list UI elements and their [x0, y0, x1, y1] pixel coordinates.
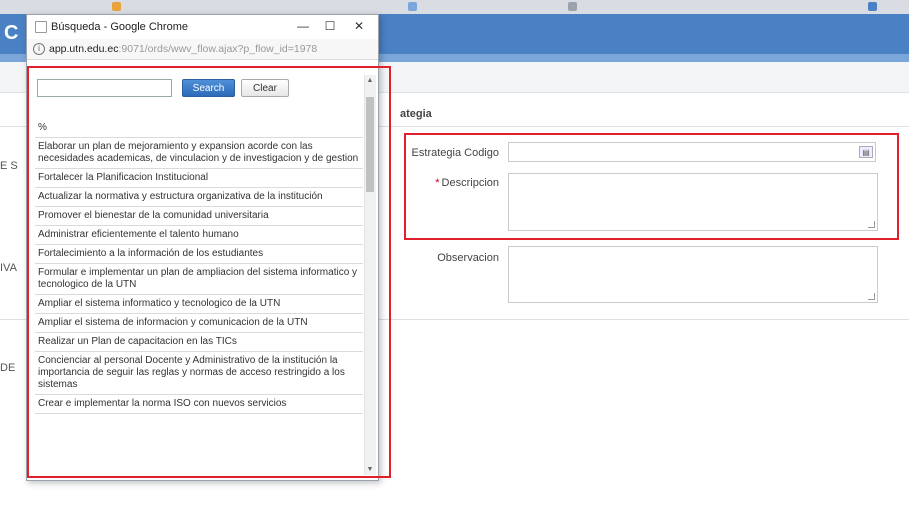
close-icon[interactable]: ✕	[351, 19, 367, 33]
info-icon[interactable]: i	[33, 43, 45, 55]
side-label: DE	[0, 362, 16, 374]
popup-title: Búsqueda - Google Chrome	[51, 21, 188, 33]
region-title: ategia	[400, 108, 432, 120]
bookmark-favicon[interactable]	[568, 2, 577, 11]
highlight-box-form	[404, 133, 899, 240]
search-popup-window: Búsqueda - Google Chrome — ☐ ✕ i app.utn…	[26, 14, 391, 481]
popup-url: app.utn.edu.ec:9071/ords/wwv_flow.ajax?p…	[49, 43, 317, 55]
url-path: :9071/ords/wwv_flow.ajax?p_flow_id=1978	[118, 43, 318, 55]
resize-grip-icon[interactable]	[868, 293, 875, 300]
url-host: app.utn.edu.ec	[49, 43, 119, 55]
app-logo: C	[4, 22, 19, 44]
maximize-icon[interactable]: ☐	[322, 19, 338, 33]
highlight-box-popup	[27, 66, 391, 478]
side-label: E S	[0, 160, 18, 172]
minimize-icon[interactable]: —	[295, 19, 311, 33]
observacion-label: Observacion	[437, 252, 499, 264]
page-icon	[35, 21, 47, 33]
popup-address-bar[interactable]: i app.utn.edu.ec:9071/ords/wwv_flow.ajax…	[27, 39, 378, 60]
popup-titlebar: Búsqueda - Google Chrome — ☐ ✕	[27, 15, 378, 39]
side-label: IVA	[0, 262, 17, 274]
bookmark-favicon[interactable]	[868, 2, 877, 11]
bookmark-favicon[interactable]	[112, 2, 121, 11]
browser-tab-strip	[0, 0, 909, 15]
bookmark-favicon[interactable]	[408, 2, 417, 11]
observacion-textarea[interactable]	[508, 246, 878, 303]
